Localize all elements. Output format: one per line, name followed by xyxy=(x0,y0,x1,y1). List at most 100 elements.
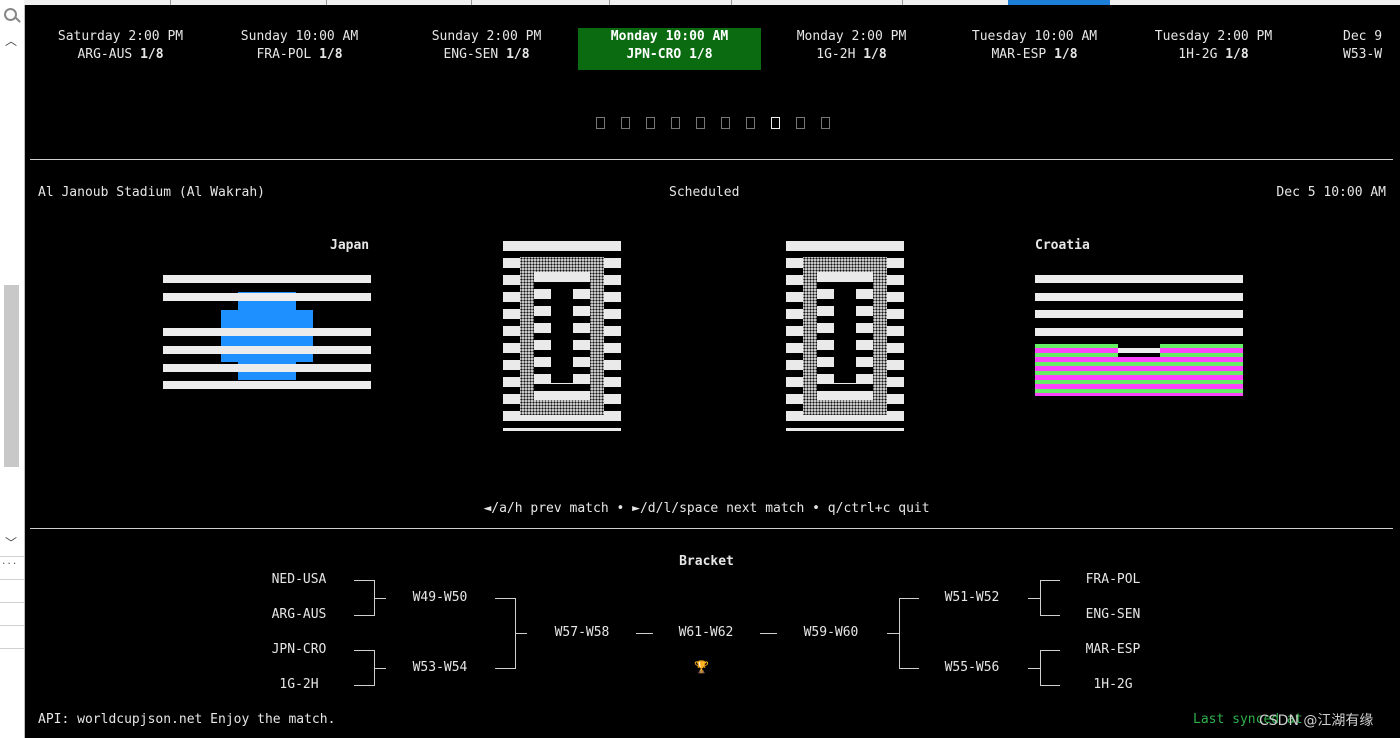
host-row[interactable] xyxy=(0,579,24,602)
match-time: Sunday 10:00 AM xyxy=(240,29,359,44)
bracket-connector xyxy=(515,633,527,634)
flag-stripe xyxy=(1035,275,1243,283)
host-row[interactable] xyxy=(0,602,24,625)
match-tab-0[interactable]: Saturday 2:00 PM ARG-AUS 1/8 xyxy=(29,28,212,70)
host-row[interactable] xyxy=(0,625,24,648)
bracket-connector xyxy=(495,598,515,599)
match-time: Monday 10:00 AM xyxy=(610,29,729,44)
away-team-name: Croatia xyxy=(1035,238,1090,253)
match-teams: FRA-POL xyxy=(256,47,312,62)
flag-stripe xyxy=(163,381,371,389)
match-tab-1[interactable]: Sunday 10:00 AM FRA-POL 1/8 xyxy=(208,28,391,70)
bracket-r16-right-0[interactable]: FRA-POL xyxy=(1073,572,1153,587)
bracket-connector xyxy=(1028,668,1040,669)
trophy-icon: 🏆 xyxy=(694,660,709,674)
bracket-r16-right-3[interactable]: 1H-2G xyxy=(1073,677,1153,692)
bracket-connector xyxy=(354,650,374,651)
bracket-connector xyxy=(899,598,919,599)
match-round: 1/8 xyxy=(1225,47,1249,62)
pager-dot[interactable] xyxy=(671,117,680,129)
match-tab-7[interactable]: Dec 9 W53-W xyxy=(1315,28,1400,70)
scroll-up-icon[interactable]: ︿ xyxy=(5,32,17,49)
search-icon[interactable] xyxy=(4,8,17,21)
pager-dot[interactable] xyxy=(721,117,730,129)
match-time: Sunday 2:00 PM xyxy=(431,29,542,44)
flag-stripe xyxy=(1035,328,1243,336)
bracket-connector xyxy=(1040,580,1041,616)
bracket-r16-right-2[interactable]: MAR-ESP xyxy=(1073,642,1153,657)
match-round: 1/8 xyxy=(863,47,887,62)
bracket-qf-right-0[interactable]: W51-W52 xyxy=(932,590,1012,605)
pager-dot[interactable] xyxy=(821,117,830,129)
bracket-connector xyxy=(899,598,900,669)
match-teams: ARG-AUS xyxy=(77,47,133,62)
bracket-qf-right-1[interactable]: W55-W56 xyxy=(932,660,1012,675)
home-score-digit xyxy=(503,241,621,431)
match-round: 1/8 xyxy=(1054,47,1078,62)
away-score-digit xyxy=(786,241,904,431)
scrollbar-thumb[interactable] xyxy=(4,285,19,467)
match-time: Saturday 2:00 PM xyxy=(57,29,184,44)
bracket-sf-left[interactable]: W57-W58 xyxy=(542,625,622,640)
match-teams: JPN-CRO xyxy=(626,47,682,62)
bracket-r16-left-2[interactable]: JPN-CRO xyxy=(259,642,339,657)
pager-dot[interactable] xyxy=(596,117,605,129)
bracket-r16-left-0[interactable]: NED-USA xyxy=(259,572,339,587)
scroll-down-icon[interactable]: ﹀ xyxy=(5,534,17,551)
croatia-flag xyxy=(1035,275,1243,399)
host-row[interactable]: ... xyxy=(0,556,24,579)
match-time: Tuesday 10:00 AM xyxy=(971,29,1098,44)
home-team-name: Japan xyxy=(330,238,370,253)
match-round: 1/8 xyxy=(506,47,530,62)
divider xyxy=(30,159,1393,160)
pager-dot[interactable] xyxy=(746,117,755,129)
flag-stripe xyxy=(163,293,371,301)
pager-dot[interactable] xyxy=(621,117,630,129)
match-time: Dec 9 xyxy=(1343,29,1383,44)
bracket-r16-right-1[interactable]: ENG-SEN xyxy=(1073,607,1153,622)
divider xyxy=(30,528,1393,529)
bracket-connector xyxy=(1040,580,1060,581)
match-tab-4[interactable]: Monday 2:00 PM 1G-2H 1/8 xyxy=(760,28,943,70)
match-tab-6[interactable]: Tuesday 2:00 PM 1H-2G 1/8 xyxy=(1122,28,1305,70)
match-tab-3-active[interactable]: Monday 10:00 AM JPN-CRO 1/8 xyxy=(578,28,761,70)
bracket-final[interactable]: W61-W62 xyxy=(666,625,746,640)
bracket-r16-left-3[interactable]: 1G-2H xyxy=(259,677,339,692)
bracket-qf-left-1[interactable]: W53-W54 xyxy=(400,660,480,675)
match-status: Scheduled xyxy=(669,185,740,200)
bracket-sf-right[interactable]: W59-W60 xyxy=(791,625,871,640)
bracket-connector xyxy=(899,668,919,669)
pager-dot[interactable] xyxy=(646,117,655,129)
flag-stripe xyxy=(1035,310,1243,318)
bracket-connector xyxy=(1040,685,1060,686)
match-tab-5[interactable]: Tuesday 10:00 AM MAR-ESP 1/8 xyxy=(943,28,1126,70)
bracket-connector xyxy=(760,633,777,634)
bracket-r16-left-1[interactable]: ARG-AUS xyxy=(259,607,339,622)
bracket-connector xyxy=(354,615,374,616)
footer-api: API: worldcupjson.net Enjoy the match. xyxy=(38,712,336,727)
bracket-connector xyxy=(636,633,653,634)
flag-checker xyxy=(1118,344,1160,357)
flag-stripe xyxy=(163,364,371,372)
bracket-qf-left-0[interactable]: W49-W50 xyxy=(400,590,480,605)
bracket-connector xyxy=(1040,650,1041,686)
flag-stripe xyxy=(163,346,371,354)
bracket-connector xyxy=(354,580,374,581)
pager-dot-active[interactable] xyxy=(771,117,780,129)
match-time: Tuesday 2:00 PM xyxy=(1154,29,1273,44)
bracket-connector xyxy=(354,685,374,686)
venue: Al Janoub Stadium (Al Wakrah) xyxy=(38,185,265,200)
bracket-connector xyxy=(1040,650,1060,651)
match-tab-2[interactable]: Sunday 2:00 PM ENG-SEN 1/8 xyxy=(395,28,578,70)
flag-stripe xyxy=(163,275,371,283)
match-teams: MAR-ESP xyxy=(991,47,1047,62)
watermark: CSDN @江湖有缘 xyxy=(1259,713,1374,729)
pager-dot[interactable] xyxy=(796,117,805,129)
pager-dot[interactable] xyxy=(696,117,705,129)
match-round: 1/8 xyxy=(140,47,164,62)
match-teams: ENG-SEN xyxy=(443,47,499,62)
host-sidebar: ︿ ﹀ ... xyxy=(0,0,25,738)
bracket-connector xyxy=(887,633,899,634)
host-row[interactable] xyxy=(0,648,24,671)
bracket-connector xyxy=(1028,598,1040,599)
